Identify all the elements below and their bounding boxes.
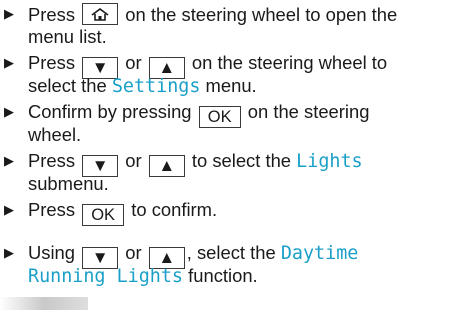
- step-text: menu list.: [28, 25, 107, 47]
- display-term: Running Lights: [28, 265, 184, 287]
- page-edge-mark: [0, 297, 88, 310]
- step-text: wheel.: [28, 123, 82, 145]
- home-key: [82, 3, 119, 25]
- step-text: Press: [28, 52, 76, 73]
- step-bullet: ▶: [4, 153, 14, 168]
- step-bullet: ▶: [4, 202, 14, 217]
- step-text: or: [125, 52, 142, 73]
- step-bullet: ▶: [4, 55, 14, 70]
- step-text: submenu.: [28, 172, 109, 194]
- step-bullet: ▶: [4, 104, 14, 119]
- display-term: Daytime: [280, 243, 359, 264]
- step-text: or: [125, 150, 142, 171]
- step-text: Press: [28, 150, 76, 171]
- display-term: Lights: [296, 151, 363, 172]
- step-text: to confirm.: [131, 199, 218, 220]
- step-text: , select the: [186, 242, 276, 263]
- display-term: Settings: [111, 75, 201, 97]
- step-text: Press: [28, 4, 76, 25]
- step-text: on the steering: [247, 101, 370, 122]
- step-text: to select the: [191, 150, 292, 171]
- step-text: select the: [28, 74, 107, 96]
- step-text: Using: [28, 242, 76, 263]
- step-text: Confirm by pressing: [28, 101, 192, 122]
- ok-key: OK: [82, 204, 125, 226]
- step-bullet: ▶: [4, 245, 14, 260]
- step-text: on the steering wheel to open the: [125, 4, 398, 25]
- step-text: function.: [188, 264, 258, 286]
- step-text: or: [125, 242, 142, 263]
- step-text: on the steering wheel to: [191, 52, 388, 73]
- step-text: Press: [28, 199, 76, 220]
- home-icon: [91, 8, 109, 21]
- step-text: menu.: [205, 74, 257, 96]
- step-bullet: ▶: [4, 6, 14, 21]
